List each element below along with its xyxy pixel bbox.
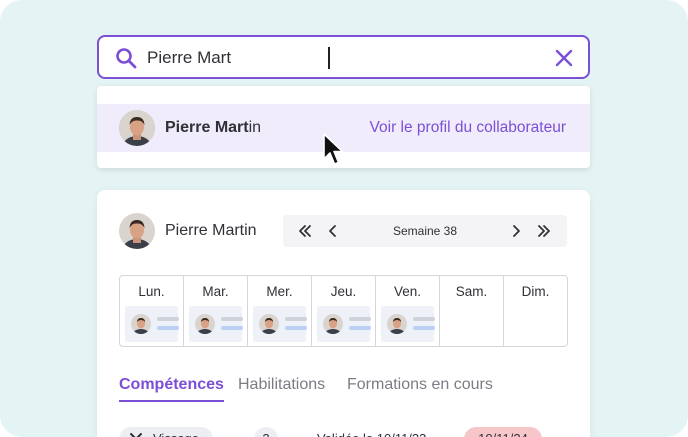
avatar <box>323 314 343 334</box>
result-name-rest: in <box>248 119 262 136</box>
slot-placeholder-line <box>285 326 307 330</box>
day-column: Ven. <box>376 276 440 346</box>
day-label: Jeu. <box>330 284 357 299</box>
expiry-badge: 10/11/24 <box>464 427 542 437</box>
slot-placeholder-line <box>349 326 371 330</box>
slot-placeholder-line <box>157 326 179 330</box>
slot-placeholder-line <box>221 317 243 321</box>
double-chevron-right-icon[interactable] <box>536 223 552 239</box>
day-label: Ven. <box>393 284 422 299</box>
search-input[interactable] <box>147 45 547 71</box>
text-caret <box>328 47 330 69</box>
validation-date: Validée le 10/11/23 <box>317 427 426 437</box>
tools-icon <box>130 433 142 437</box>
day-column: Sam. <box>440 276 504 346</box>
avatar <box>195 314 215 334</box>
chevron-right-icon[interactable] <box>508 223 524 239</box>
schedule-slot[interactable] <box>381 306 435 342</box>
week-calendar: Lun. Mar. Mer. Jeu. Ven. Sam. Dim. <box>119 275 568 347</box>
avatar <box>131 314 151 334</box>
view-profile-link[interactable]: Voir le profil du collaborateur <box>370 119 566 137</box>
tab-habilitations[interactable]: Habilitations <box>238 376 325 394</box>
day-column: Jeu. <box>312 276 376 346</box>
schedule-slot[interactable] <box>125 306 179 342</box>
mouse-pointer-icon <box>323 133 344 165</box>
day-column: Lun. <box>120 276 184 346</box>
schedule-slot[interactable] <box>253 306 307 342</box>
day-label: Mer. <box>266 284 293 299</box>
skill-chip: Vissage <box>119 427 213 437</box>
day-column: Mer. <box>248 276 312 346</box>
day-label: Lun. <box>138 284 165 299</box>
day-column: Mar. <box>184 276 248 346</box>
collaborator-card: Pierre Martin Semaine 38 Lun. Mar. Mer. Jeu… <box>97 190 590 437</box>
slot-placeholder-line <box>285 317 307 321</box>
slot-placeholder-line <box>413 317 435 321</box>
level-badge: 2 <box>254 427 278 437</box>
day-label: Dim. <box>521 284 550 299</box>
skill-name: Vissage <box>153 427 199 437</box>
collaborator-name: Pierre Martin <box>165 222 257 239</box>
tab-formations-en-cours[interactable]: Formations en cours <box>347 376 493 394</box>
day-label: Sam. <box>455 284 488 299</box>
week-navigator: Semaine 38 <box>283 215 567 247</box>
tab-competences[interactable]: Compétences <box>119 376 224 402</box>
day-label: Mar. <box>202 284 229 299</box>
close-icon[interactable] <box>554 48 574 68</box>
schedule-slot[interactable] <box>317 306 371 342</box>
result-name-match: Pierre Mart <box>165 119 249 136</box>
avatar <box>119 110 155 146</box>
search-bar[interactable] <box>97 35 590 79</box>
avatar <box>387 314 407 334</box>
avatar <box>259 314 279 334</box>
avatar <box>119 213 155 249</box>
schedule-slot[interactable] <box>189 306 243 342</box>
week-label: Semaine 38 <box>392 224 458 238</box>
slot-placeholder-line <box>349 317 371 321</box>
slot-placeholder-line <box>157 317 179 321</box>
result-name: Pierre Martin <box>165 119 261 137</box>
slot-placeholder-line <box>413 326 435 330</box>
search-icon <box>116 48 137 69</box>
competence-row[interactable]: Vissage 2 Validée le 10/11/23 10/11/24 <box>119 427 568 437</box>
slot-placeholder-line <box>221 326 243 330</box>
day-column: Dim. <box>504 276 567 346</box>
